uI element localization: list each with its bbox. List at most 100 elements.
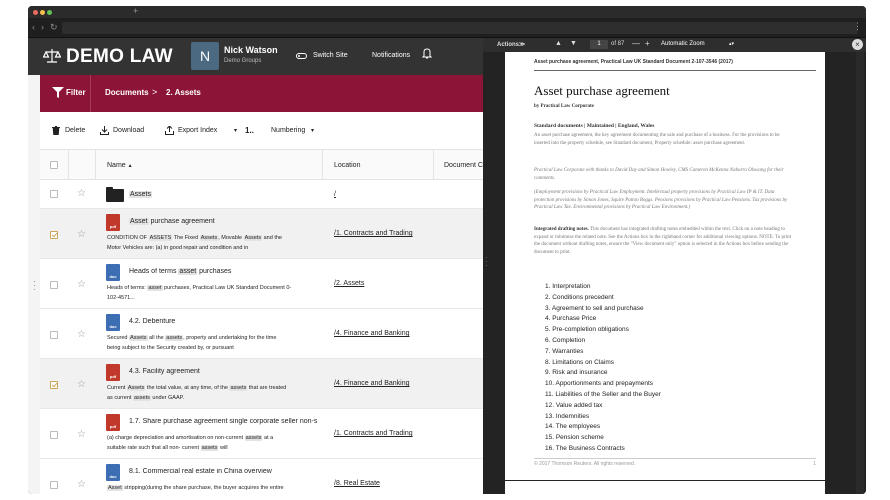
contents-item[interactable]: 2. Conditions precedent bbox=[545, 293, 661, 304]
avatar[interactable]: N bbox=[191, 42, 219, 70]
contents-item[interactable]: 5. Pre-completion obligations bbox=[545, 325, 661, 336]
star-icon[interactable]: ☆ bbox=[77, 480, 86, 490]
breadcrumb-current[interactable]: 2. Assets bbox=[166, 88, 201, 97]
page-number-input[interactable]: 1 bbox=[590, 40, 608, 49]
contents-item[interactable]: 11. Liabilities of the Seller and the Bu… bbox=[545, 390, 661, 401]
browser-menu-icon[interactable]: ⋮ bbox=[853, 21, 862, 32]
row-checkbox[interactable] bbox=[50, 331, 58, 339]
table-row[interactable]: ☆ doc 8.1. Commercial real estate in Chi… bbox=[40, 459, 483, 494]
contents-item[interactable]: 16. The Business Contracts bbox=[545, 444, 661, 455]
star-icon[interactable]: ☆ bbox=[77, 230, 86, 240]
title-bar: + bbox=[28, 6, 866, 18]
zoom-in-button[interactable]: + bbox=[645, 39, 650, 48]
bell-icon[interactable] bbox=[422, 47, 432, 59]
contents-item[interactable]: 1. Interpretation bbox=[545, 282, 661, 293]
table-row[interactable]: ☆ pdf Asset purchase agreement CONDITION… bbox=[40, 209, 483, 259]
notifications-button[interactable]: Notifications bbox=[372, 52, 410, 59]
table-row[interactable]: ☆ Assets / bbox=[40, 180, 483, 209]
contents-item[interactable]: 3. Agreement to sell and purchase bbox=[545, 304, 661, 315]
contents-item[interactable]: 8. Limitations on Claims bbox=[545, 358, 661, 369]
table-row[interactable]: ☆ doc Heads of terms asset purchases Hea… bbox=[40, 259, 483, 309]
zoom-out-button[interactable]: — bbox=[632, 39, 640, 48]
row-title[interactable]: Assets bbox=[129, 191, 153, 198]
viewer-scrollbar[interactable] bbox=[856, 52, 864, 494]
row-location-link[interactable]: /8. Real Estate bbox=[334, 480, 380, 487]
numbering-button[interactable]: Numbering bbox=[271, 127, 305, 134]
address-input[interactable] bbox=[62, 22, 858, 34]
maximize-window-button[interactable] bbox=[47, 10, 52, 15]
close-window-button[interactable] bbox=[33, 10, 38, 15]
table-row[interactable]: ☆ pdf 1.7. Share purchase agreement sing… bbox=[40, 409, 483, 459]
contents-item[interactable]: 13. Indemnities bbox=[545, 412, 661, 423]
numbering-chevron-icon[interactable]: ▾ bbox=[311, 127, 314, 134]
star-icon[interactable]: ☆ bbox=[77, 189, 86, 199]
doc-file-icon: doc bbox=[106, 264, 120, 281]
contents-item[interactable]: 4. Purchase Price bbox=[545, 314, 661, 325]
reload-icon[interactable]: ↻ bbox=[50, 22, 58, 32]
pdf-viewer: Actions≫ ▲ ▼ 1 of 87 — + Automatic Zoom … bbox=[483, 38, 866, 494]
star-icon[interactable]: ☆ bbox=[77, 280, 86, 290]
divider bbox=[534, 70, 816, 71]
row-location-link[interactable]: /1. Contracts and Trading bbox=[334, 230, 413, 237]
row-title[interactable]: 1.7. Share purchase agreement single cor… bbox=[129, 418, 321, 425]
row-title[interactable]: 8.1. Commercial real estate in China ove… bbox=[129, 468, 329, 475]
forward-icon[interactable]: › bbox=[41, 22, 44, 32]
column-header-location[interactable]: Location bbox=[334, 162, 360, 169]
user-name[interactable]: Nick Watson bbox=[224, 45, 278, 55]
contents-item[interactable]: 7. Warranties bbox=[545, 347, 661, 358]
row-checkbox[interactable] bbox=[50, 481, 58, 489]
row-checkbox[interactable] bbox=[50, 190, 58, 198]
row-location-link[interactable]: / bbox=[334, 191, 336, 198]
column-header-name[interactable]: Name ▲ bbox=[107, 162, 133, 169]
close-viewer-button[interactable]: × bbox=[852, 39, 863, 50]
drag-handle-icon[interactable]: · · · bbox=[485, 254, 488, 270]
minimize-window-button[interactable] bbox=[40, 10, 45, 15]
row-title[interactable]: Asset purchase agreement bbox=[129, 218, 329, 225]
pdf-file-icon: pdf bbox=[106, 214, 120, 231]
contents-item[interactable]: 10. Apportionments and prepayments bbox=[545, 379, 661, 390]
zoom-select[interactable]: Automatic Zoom ▴▾ bbox=[658, 40, 736, 49]
table-row[interactable]: ☆ pdf 4.3. Facility agreement Current As… bbox=[40, 359, 483, 409]
contents-item[interactable]: 6. Completion bbox=[545, 336, 661, 347]
row-checkbox[interactable] bbox=[50, 281, 58, 289]
drag-handle-icon[interactable]: · · · bbox=[33, 278, 36, 294]
contents-item[interactable]: 14. The employees bbox=[545, 422, 661, 433]
document-table: Name ▲ Location Document C ☆ Assets / ☆ … bbox=[40, 150, 483, 494]
next-pdf-page bbox=[505, 481, 825, 494]
new-tab-button[interactable]: + bbox=[133, 7, 138, 16]
row-title[interactable]: 4.2. Debenture bbox=[129, 318, 329, 325]
row-checkbox[interactable] bbox=[50, 231, 58, 239]
contents-item[interactable]: 9. Risk and insurance bbox=[545, 368, 661, 379]
page-count: of 87 bbox=[611, 41, 625, 47]
document-paragraph: Practical Law Corporate with thanks to D… bbox=[534, 168, 784, 181]
star-icon[interactable]: ☆ bbox=[77, 330, 86, 340]
breadcrumb-documents[interactable]: Documents bbox=[105, 88, 149, 97]
row-title[interactable]: Heads of terms asset purchases bbox=[129, 268, 329, 275]
row-title[interactable]: 4.3. Facility agreement bbox=[129, 368, 329, 375]
select-all-checkbox[interactable] bbox=[50, 161, 58, 169]
row-location-link[interactable]: /4. Finance and Banking bbox=[334, 330, 410, 337]
row-checkbox[interactable] bbox=[50, 431, 58, 439]
column-header-document[interactable]: Document C bbox=[444, 162, 483, 169]
star-icon[interactable]: ☆ bbox=[77, 430, 86, 440]
actions-button[interactable]: Actions≫ bbox=[497, 41, 525, 48]
next-page-icon[interactable]: ▼ bbox=[570, 40, 577, 47]
export-dropdown-chevron-icon[interactable]: ▾ bbox=[234, 127, 237, 134]
folder-icon bbox=[106, 187, 124, 202]
export-icon bbox=[165, 126, 174, 135]
footer-copyright: © 2017 Thomson Reuters. All rights reser… bbox=[534, 461, 636, 467]
row-location-link[interactable]: /4. Finance and Banking bbox=[334, 380, 410, 387]
viewer-toolbar: Actions≫ ▲ ▼ 1 of 87 — + Automatic Zoom … bbox=[483, 38, 866, 52]
doc-file-icon: doc bbox=[106, 314, 120, 331]
table-row[interactable]: ☆ doc 4.2. Debenture Secured Assets all … bbox=[40, 309, 483, 359]
back-icon[interactable]: ‹ bbox=[32, 22, 35, 32]
download-icon bbox=[100, 126, 109, 135]
row-location-link[interactable]: /1. Contracts and Trading bbox=[334, 430, 413, 437]
previous-page-icon[interactable]: ▲ bbox=[555, 40, 562, 47]
star-icon[interactable]: ☆ bbox=[77, 380, 86, 390]
trash-icon bbox=[52, 126, 60, 135]
row-checkbox[interactable] bbox=[50, 381, 58, 389]
contents-item[interactable]: 12. Value added tax bbox=[545, 401, 661, 412]
row-location-link[interactable]: /2. Assets bbox=[334, 280, 364, 287]
contents-item[interactable]: 15. Pension scheme bbox=[545, 433, 661, 444]
